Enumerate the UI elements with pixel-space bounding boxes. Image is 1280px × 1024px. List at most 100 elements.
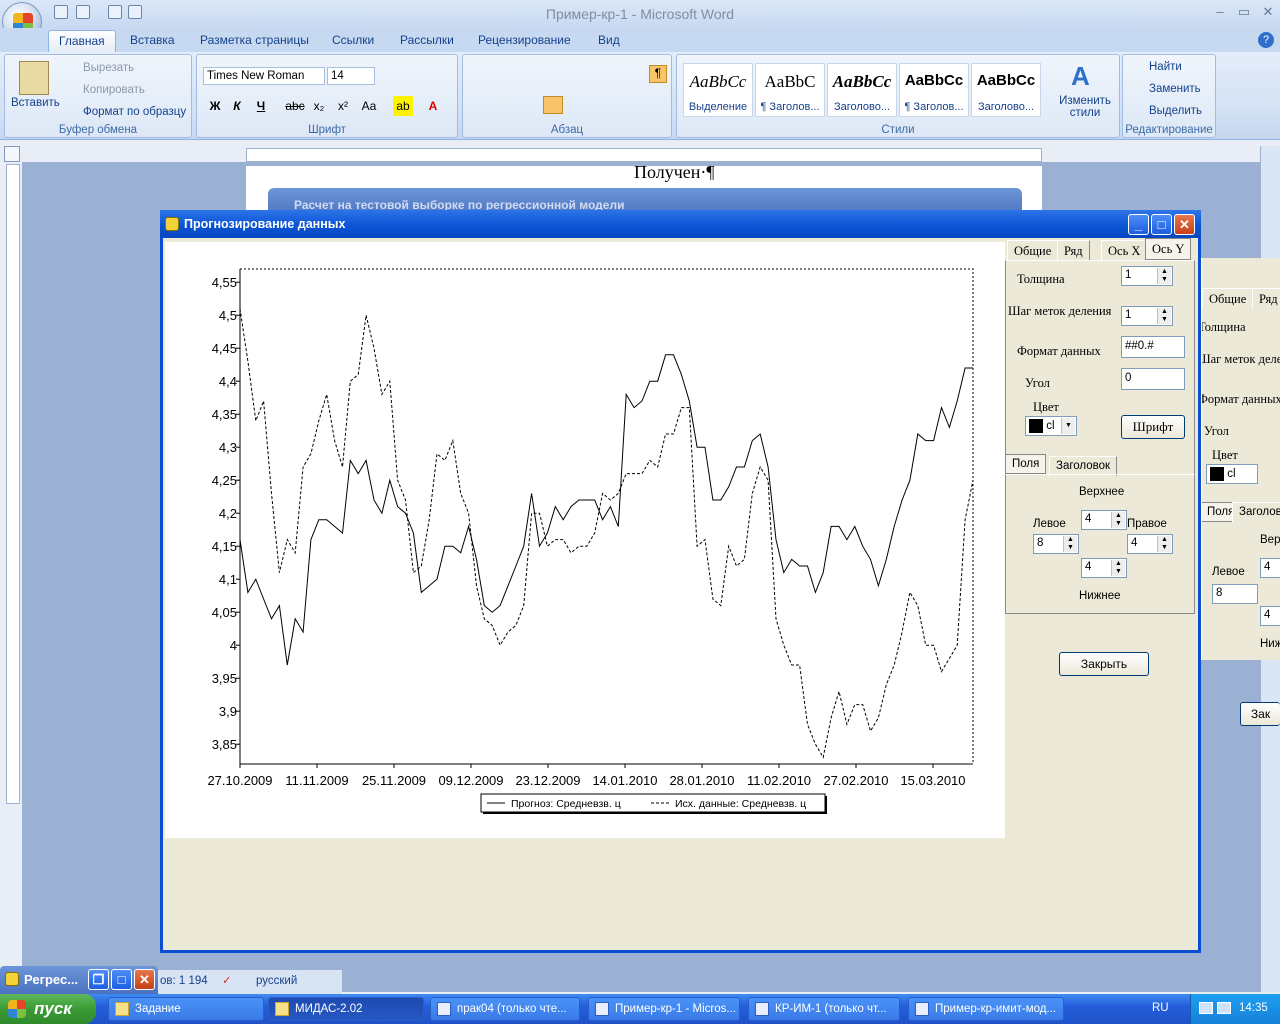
tab-axis-x[interactable]: Ось X [1101, 240, 1148, 260]
network-icon[interactable] [1199, 1002, 1213, 1014]
change-styles-icon[interactable]: A [1071, 61, 1099, 91]
justify-icon[interactable] [543, 96, 563, 114]
x-tick-label: 11.02.2010 [747, 773, 811, 788]
dup-tab-series[interactable]: Ряд [1252, 288, 1280, 308]
font-button[interactable]: Шрифт [1121, 415, 1185, 439]
subtab-title[interactable]: Заголовок [1049, 456, 1118, 476]
tab-references[interactable]: Ссылки [322, 30, 384, 52]
regression-window[interactable]: Регрес... ❐ □ ✕ [0, 966, 158, 994]
thickness-input[interactable]: 1 ▲ ▼ [1121, 266, 1173, 286]
style-card-heading1[interactable]: AaBbC ¶ Заголов... [755, 63, 825, 117]
horizontal-ruler[interactable] [246, 148, 1042, 162]
style-card-heading4[interactable]: AaBbCc Заголово... [971, 63, 1041, 117]
dup-top-input[interactable]: 4 [1260, 558, 1280, 578]
start-button[interactable]: пуск [0, 994, 96, 1024]
clipboard-icon[interactable] [128, 5, 142, 19]
word-count[interactable]: ов: 1 194 [160, 975, 208, 987]
left-margin-input[interactable]: 8 ▲ ▼ [1033, 534, 1079, 554]
data-format-input[interactable]: ##0.# [1121, 336, 1185, 358]
maximize-icon[interactable]: ▭ [1232, 4, 1256, 22]
angle-input[interactable]: 0 [1121, 368, 1185, 390]
top-margin-input[interactable]: 4 ▲ ▼ [1081, 510, 1127, 530]
paste-icon[interactable] [19, 61, 49, 95]
style-card-emphasis[interactable]: AaBbCc Выделение [683, 63, 753, 117]
help-icon[interactable]: ? [1258, 32, 1274, 48]
minimize-button[interactable]: _ [1128, 214, 1149, 235]
select-button[interactable]: Выделить [1149, 105, 1202, 117]
bold-button[interactable]: Ж [205, 96, 225, 116]
dup-bottom-input[interactable]: 4 [1260, 606, 1280, 626]
dup-left-input[interactable]: 8 [1212, 584, 1258, 604]
redo-icon[interactable] [108, 5, 122, 19]
font-name-select[interactable]: Times New Roman [203, 67, 325, 85]
maximize-button[interactable]: □ [111, 969, 132, 990]
maximize-button[interactable]: □ [1151, 214, 1172, 235]
save-icon[interactable] [54, 5, 68, 19]
subscript-button[interactable]: x₂ [309, 96, 329, 116]
tab-view[interactable]: Вид [588, 30, 630, 52]
taskbar-item-kr-im[interactable]: КР-ИМ-1 (только чт... [748, 997, 900, 1021]
undo-icon[interactable] [76, 5, 90, 19]
strikethrough-button[interactable]: abc [285, 96, 305, 116]
close-button[interactable]: ✕ [134, 969, 155, 990]
language-indicator[interactable]: русский [256, 975, 297, 987]
tab-axis-y[interactable]: Ось Y [1145, 238, 1192, 260]
dup-color-swatch [1210, 467, 1224, 481]
underline-button[interactable]: Ч [251, 96, 271, 116]
tab-home[interactable]: Главная [48, 30, 116, 52]
dup-close-button[interactable]: Зак [1240, 702, 1280, 726]
minimize-icon[interactable]: – [1208, 4, 1232, 22]
tab-series[interactable]: Ряд [1057, 240, 1090, 260]
highlight-icon[interactable]: ab [393, 96, 413, 116]
dup-color-select[interactable]: cl [1206, 464, 1258, 484]
app-icon [275, 1002, 289, 1016]
app-icon [5, 972, 19, 986]
tab-review[interactable]: Рецензирование [468, 30, 581, 52]
taskbar-item-midas[interactable]: МИДАС-2.02 [268, 997, 424, 1021]
dup-tab-general[interactable]: Общие [1202, 288, 1254, 308]
spellcheck-icon[interactable]: ✓ [222, 973, 232, 987]
find-button[interactable]: Найти [1149, 61, 1182, 73]
font-size-select[interactable]: 14 [327, 67, 375, 85]
clock[interactable]: 14:35 [1239, 1002, 1268, 1014]
change-styles-button[interactable]: Изменить стили [1057, 95, 1113, 119]
style-card-heading2[interactable]: AaBbCc Заголово... [827, 63, 897, 117]
change-case-button[interactable]: Aa [359, 96, 379, 116]
style-card-heading3[interactable]: AaBbCc ¶ Заголов... [899, 63, 969, 117]
tick-step-input[interactable]: 1 ▲ ▼ [1121, 306, 1173, 326]
close-dialog-button[interactable]: Закрыть [1059, 652, 1149, 676]
taskbar-item-prak04[interactable]: прак04 (только чте... [430, 997, 580, 1021]
pilcrow-icon[interactable]: ¶ [649, 65, 667, 83]
monitor-icon[interactable] [1217, 1002, 1231, 1014]
right-margin-input[interactable]: 4 ▲ ▼ [1127, 534, 1173, 554]
format-painter-button[interactable]: Формат по образцу [83, 106, 186, 118]
tab-selector[interactable] [4, 146, 20, 162]
data-format-label: Формат данных [1017, 344, 1101, 358]
tab-page-layout[interactable]: Разметка страницы [190, 30, 319, 52]
tab-insert[interactable]: Вставка [120, 30, 185, 52]
taskbar-item-primer[interactable]: Пример-кр-1 - Micros... [588, 997, 740, 1021]
color-select[interactable]: cl ▼ [1025, 416, 1077, 436]
vertical-ruler[interactable] [6, 164, 20, 804]
forecast-dialog-titlebar[interactable]: Прогнозирование данных _ □ ✕ [160, 210, 1201, 238]
bottom-margin-input[interactable]: 4 ▲ ▼ [1081, 558, 1127, 578]
taskbar-item-task[interactable]: Задание [108, 997, 264, 1021]
restore-button[interactable]: ❐ [88, 969, 109, 990]
tab-general[interactable]: Общие [1007, 240, 1059, 260]
close-icon[interactable]: ✕ [1256, 4, 1280, 22]
taskbar-item-primer-imit[interactable]: Пример-кр-имит-мод... [908, 997, 1064, 1021]
replace-button[interactable]: Заменить [1149, 83, 1201, 95]
language-bar[interactable]: RU [1152, 1002, 1169, 1014]
subtab-margins[interactable]: Поля [1005, 454, 1047, 474]
font-color-icon[interactable]: A [423, 96, 443, 116]
cut-button[interactable]: Вырезать [83, 62, 134, 74]
tick-step-label: Шаг меток деления [1008, 304, 1112, 318]
paste-button[interactable]: Вставить [11, 97, 60, 109]
copy-button[interactable]: Копировать [83, 84, 145, 96]
close-button[interactable]: ✕ [1174, 214, 1195, 235]
legend-entry: Исх. данные: Средневзв. ц [675, 798, 806, 810]
italic-button[interactable]: К [227, 96, 247, 116]
superscript-button[interactable]: x² [333, 96, 353, 116]
dup-subtab-title[interactable]: Заголовок [1232, 502, 1280, 522]
tab-mailings[interactable]: Рассылки [390, 30, 464, 52]
